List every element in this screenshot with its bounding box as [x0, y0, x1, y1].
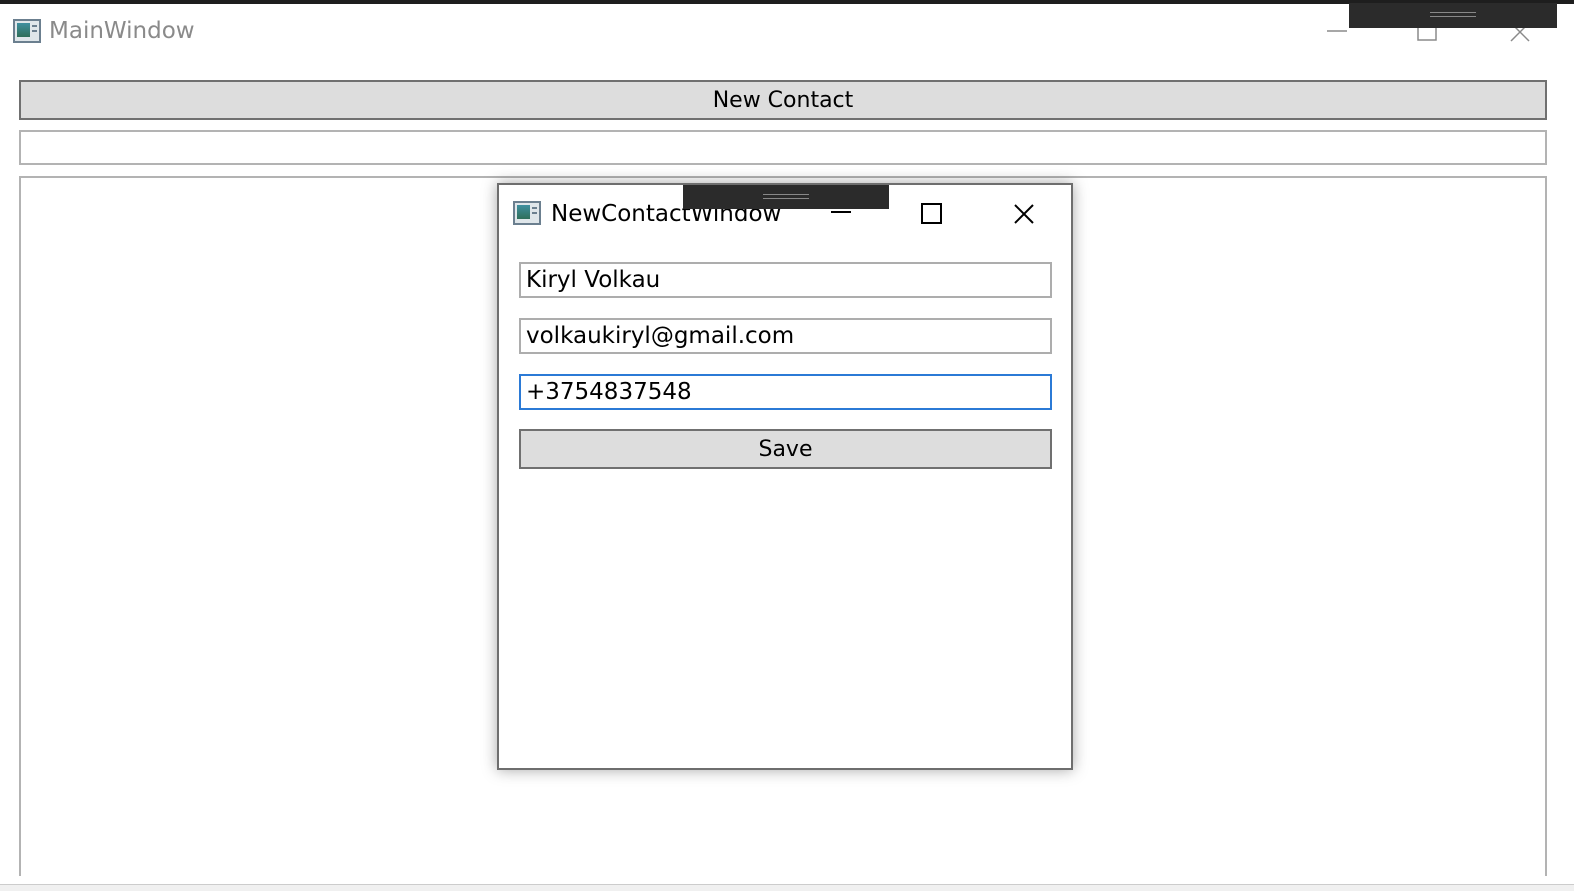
- new-contact-dialog: NewContactWindow Kiryl Volkau volkaukiry…: [497, 183, 1073, 770]
- top-edge-strip: [0, 0, 1574, 4]
- dialog-maximize-icon[interactable]: [920, 202, 944, 226]
- dialog-minimize-icon[interactable]: [829, 205, 853, 219]
- phone-field[interactable]: +3754837548: [519, 374, 1052, 410]
- dialog-close-icon[interactable]: [1012, 202, 1036, 226]
- debug-toolbar-handle[interactable]: [1349, 3, 1557, 28]
- dialog-debug-toolbar-handle[interactable]: [683, 185, 889, 209]
- name-field[interactable]: Kiryl Volkau: [519, 262, 1052, 298]
- window-title: MainWindow: [49, 18, 195, 44]
- grip-icon: [763, 194, 809, 199]
- dialog-app-icon: [513, 201, 541, 225]
- new-contact-button[interactable]: New Contact: [19, 80, 1547, 120]
- app-icon: [13, 19, 41, 43]
- grip-icon: [1430, 12, 1476, 17]
- minimize-icon[interactable]: [1325, 24, 1349, 38]
- search-input[interactable]: [19, 130, 1547, 165]
- save-button[interactable]: Save: [519, 429, 1052, 469]
- email-field[interactable]: volkaukiryl@gmail.com: [519, 318, 1052, 354]
